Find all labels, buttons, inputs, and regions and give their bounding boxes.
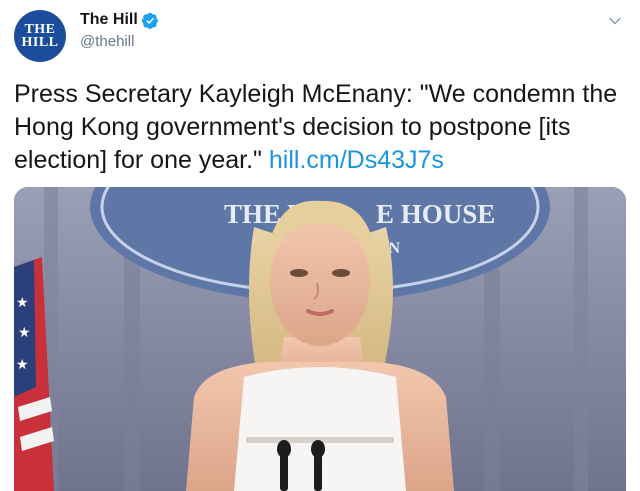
svg-text:★: ★ [16,356,29,372]
chevron-down-icon[interactable] [608,14,622,28]
avatar-text-line-2: HILL [21,35,59,50]
verified-badge-icon [141,12,158,29]
tweet-text: Press Secretary Kayleigh McEnany: "We co… [14,78,634,177]
avatar[interactable]: THE HILL [14,10,66,62]
display-name[interactable]: The Hill [80,11,138,29]
tweet-media-image[interactable]: THE W E HOUSE ON ★ ★ ★ [14,187,626,491]
press-briefing-photo: THE W E HOUSE ON ★ ★ ★ [14,187,626,491]
svg-text:★: ★ [18,324,31,340]
svg-text:★: ★ [16,294,29,310]
author-name-row[interactable]: The Hill [80,11,159,29]
tweet-link[interactable]: hill.cm/Ds43J7s [269,146,444,174]
author-handle[interactable]: @thehill [80,33,134,50]
svg-text:E HOUSE: E HOUSE [376,199,495,229]
